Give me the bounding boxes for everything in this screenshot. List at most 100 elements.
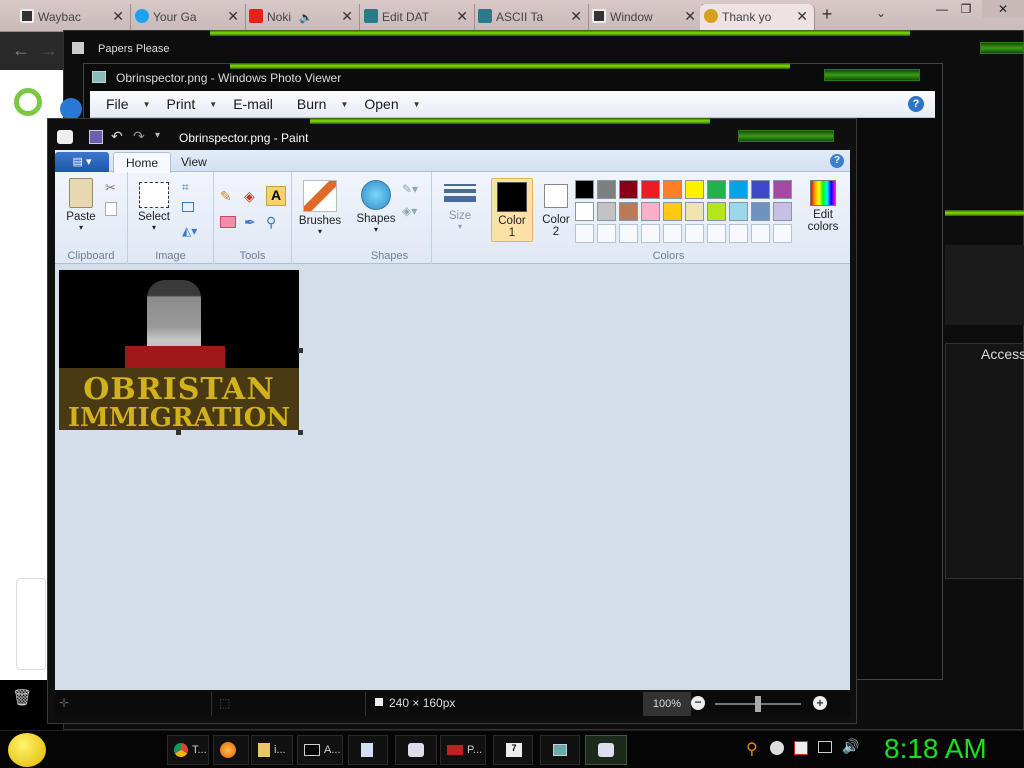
color-swatch[interactable] — [641, 202, 660, 221]
rotate-icon[interactable]: ◭▾ — [182, 224, 200, 242]
search-icon[interactable]: ⚲ — [746, 739, 758, 759]
back-arrow-icon[interactable]: ← — [12, 40, 30, 61]
minus-circle-icon[interactable] — [770, 741, 784, 755]
custom-color-swatch[interactable] — [575, 224, 594, 243]
browser-tab[interactable]: Waybac ✕ — [16, 4, 131, 30]
custom-color-swatch[interactable] — [751, 224, 770, 243]
crop-icon[interactable]: ⌗ — [182, 180, 200, 198]
resize-handle[interactable] — [176, 430, 181, 435]
tab-view[interactable]: View — [169, 152, 219, 173]
custom-color-swatch[interactable] — [773, 224, 792, 243]
color1-button[interactable]: Color 1 — [491, 178, 533, 242]
menu-burn[interactable]: Burn ▼ — [297, 96, 349, 112]
browser-tab-active[interactable]: Thank yo ✕ — [700, 4, 815, 30]
color-swatch[interactable] — [663, 202, 682, 221]
copy-icon[interactable] — [105, 202, 117, 216]
resize-handle[interactable] — [298, 430, 303, 435]
color-swatch[interactable] — [707, 202, 726, 221]
paint-menu-button[interactable]: ▤ ▾ — [55, 152, 109, 172]
network-icon[interactable] — [818, 741, 832, 753]
color-swatch[interactable] — [773, 202, 792, 221]
taskbar-item[interactable] — [213, 735, 249, 765]
close-icon[interactable]: ✕ — [112, 8, 124, 25]
cut-icon[interactable]: ✂ — [105, 180, 123, 198]
menu-open[interactable]: Open ▼ — [364, 96, 420, 112]
menu-email[interactable]: E-mail — [233, 96, 273, 112]
clock[interactable]: 8:18 AM — [884, 733, 987, 765]
browser-tab[interactable]: ASCII Ta ✕ — [474, 4, 589, 30]
close-icon[interactable]: ✕ — [684, 8, 696, 25]
resize-handle[interactable] — [298, 348, 303, 353]
zoom-out-icon[interactable]: − — [691, 696, 705, 710]
undo-icon[interactable]: ↶ — [111, 128, 123, 145]
shape-fill-icon[interactable]: ◈▾ — [402, 204, 420, 222]
shapes-button[interactable]: Shapes ▾ — [354, 180, 398, 234]
flag-icon[interactable] — [794, 741, 808, 755]
custom-color-swatch[interactable] — [619, 224, 638, 243]
new-tab-button[interactable]: + — [816, 4, 838, 28]
color-swatch[interactable] — [773, 180, 792, 199]
color-swatch[interactable] — [663, 180, 682, 199]
forward-arrow-icon[interactable]: → — [40, 40, 58, 61]
color-swatch[interactable] — [619, 180, 638, 199]
close-window-icon[interactable]: ✕ — [982, 0, 1024, 18]
menu-file[interactable]: File ▼ — [106, 96, 150, 112]
taskbar-item[interactable]: 7 — [493, 735, 533, 765]
taskbar-item[interactable] — [540, 735, 580, 765]
custom-color-swatch[interactable] — [707, 224, 726, 243]
volume-icon[interactable]: 🔊 — [842, 738, 859, 755]
recycle-bin-icon[interactable]: 🗑 — [12, 688, 36, 712]
color-swatch[interactable] — [619, 202, 638, 221]
custom-color-swatch[interactable] — [641, 224, 660, 243]
color-swatch[interactable] — [685, 180, 704, 199]
close-icon[interactable]: ✕ — [570, 8, 582, 25]
taskbar-item[interactable] — [395, 735, 437, 765]
tab-list-chevron-icon[interactable]: ⌄ — [876, 6, 886, 20]
size-button[interactable]: Size ▾ — [440, 182, 480, 231]
taskbar-item-active[interactable] — [585, 735, 627, 765]
color-swatch[interactable] — [641, 180, 660, 199]
color-swatch[interactable] — [751, 202, 770, 221]
outline-icon[interactable]: ✎▾ — [402, 182, 420, 200]
browser-tab[interactable]: Noki 🔈 ✕ — [245, 4, 360, 30]
edit-colors-button[interactable]: Edit colors — [801, 180, 845, 233]
browser-tab[interactable]: Window ✕ — [588, 4, 703, 30]
redo-icon[interactable]: ↷ — [133, 128, 145, 145]
close-icon[interactable]: ✕ — [456, 8, 468, 25]
color-swatch[interactable] — [707, 180, 726, 199]
taskbar-item[interactable]: P... — [440, 735, 486, 765]
paste-button[interactable]: Paste ▾ — [61, 178, 101, 232]
custom-color-swatch[interactable] — [729, 224, 748, 243]
paint-app-icon[interactable] — [57, 130, 73, 144]
window-controls[interactable] — [980, 42, 1024, 54]
color2-button[interactable]: Color 2 — [535, 178, 577, 242]
close-icon[interactable]: ✕ — [796, 8, 808, 25]
image-canvas[interactable]: OBRISTAN IMMIGRATION — [59, 270, 299, 430]
color-swatch[interactable] — [751, 180, 770, 199]
eraser-icon[interactable] — [220, 216, 236, 228]
zoom-slider-thumb[interactable] — [755, 696, 761, 712]
pencil-icon[interactable]: ✎ — [220, 188, 238, 206]
help-icon[interactable]: ? — [830, 154, 844, 168]
brushes-button[interactable]: Brushes ▾ — [298, 180, 342, 236]
color-swatch[interactable] — [729, 180, 748, 199]
color-swatch[interactable] — [729, 202, 748, 221]
fill-icon[interactable]: ◈ — [244, 188, 262, 206]
custom-color-swatch[interactable] — [663, 224, 682, 243]
window-controls[interactable] — [824, 69, 920, 81]
quick-access-chevron-icon[interactable]: ▾ — [155, 130, 160, 141]
audio-icon[interactable]: 🔈 — [299, 11, 313, 24]
color-swatch[interactable] — [597, 202, 616, 221]
help-icon[interactable]: ? — [908, 96, 924, 112]
custom-color-swatch[interactable] — [597, 224, 616, 243]
zoom-in-icon[interactable]: + — [813, 696, 827, 710]
color-swatch[interactable] — [685, 202, 704, 221]
color-picker-icon[interactable]: ✒ — [244, 214, 262, 232]
maximize-icon[interactable]: ❐ — [952, 0, 980, 18]
taskbar-item[interactable] — [348, 735, 388, 765]
close-icon[interactable]: ✕ — [227, 8, 239, 25]
color-swatch[interactable] — [597, 180, 616, 199]
select-button[interactable]: Select ▾ — [134, 182, 174, 232]
close-icon[interactable]: ✕ — [341, 8, 353, 25]
magnifier-icon[interactable]: ⚲ — [266, 214, 284, 232]
